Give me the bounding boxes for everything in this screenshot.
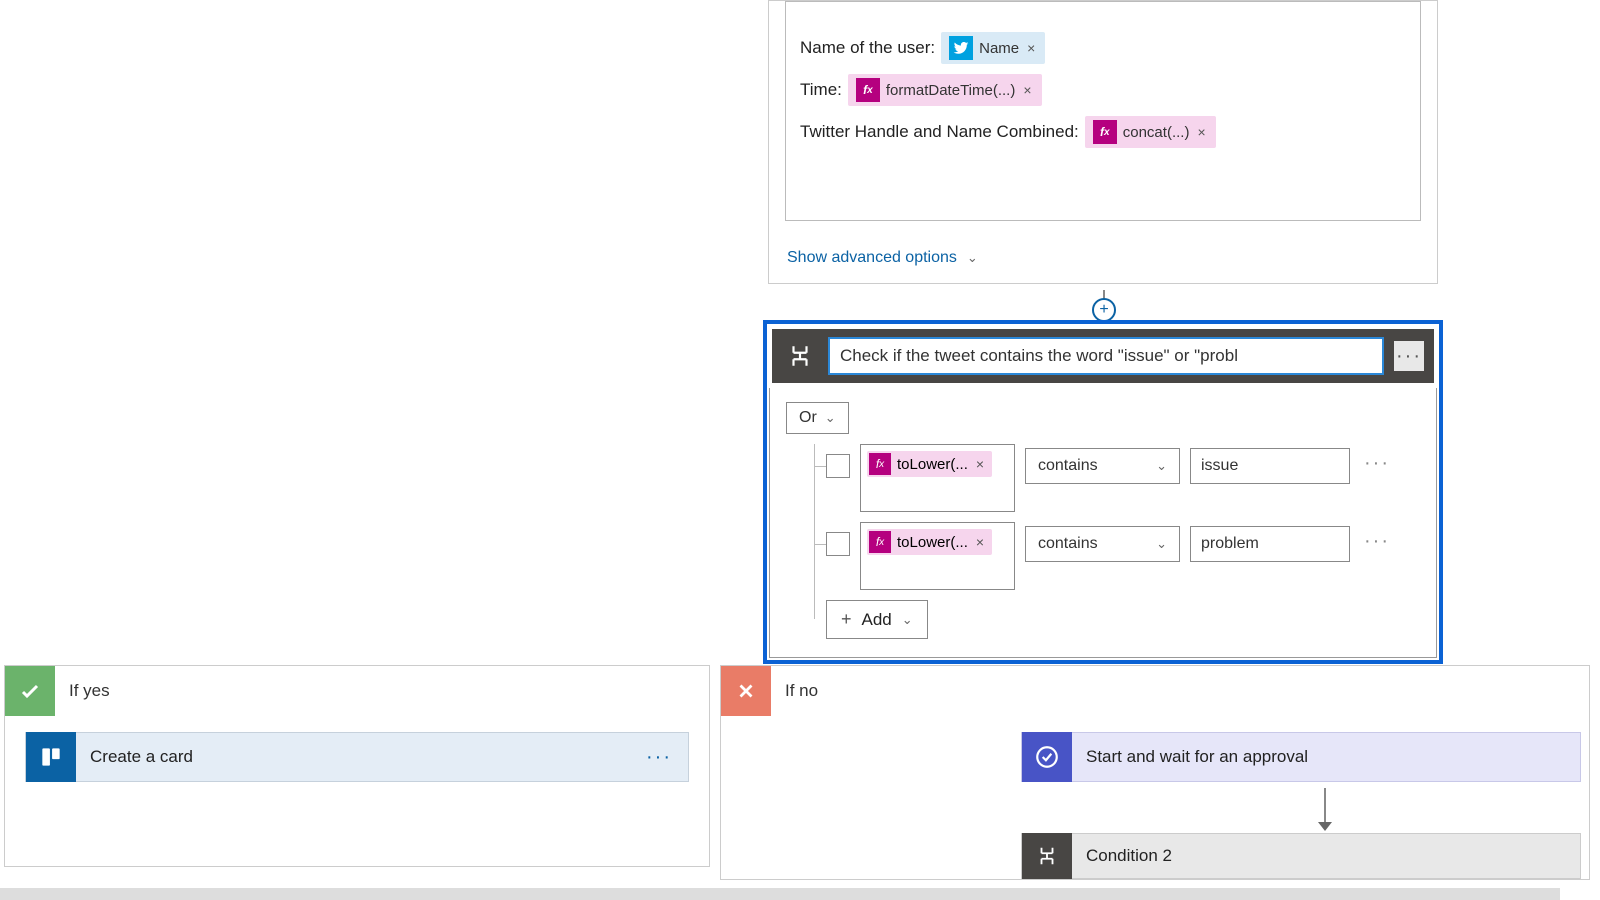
branch-label: If no (771, 681, 818, 701)
tree-line (814, 466, 826, 467)
token-remove-icon[interactable]: × (974, 456, 986, 472)
condition-body: Or ⌄ fx toLower(... × contains ⌄ (769, 388, 1437, 658)
row-more-button[interactable]: ··· (1360, 530, 1394, 553)
operator-label: contains (1038, 535, 1098, 553)
plus-icon: + (841, 609, 852, 630)
twitter-icon (949, 36, 973, 60)
action-label: Create a card (76, 747, 630, 767)
fx-icon: fx (869, 531, 891, 553)
row-operator-dropdown[interactable]: contains ⌄ (1025, 526, 1180, 562)
arrow-down-icon (1318, 822, 1332, 831)
row-left-operand[interactable]: fx toLower(... × (860, 522, 1015, 590)
row-left-operand[interactable]: fx toLower(... × (860, 444, 1015, 512)
add-row-label: Add (862, 610, 892, 630)
expression-token-concat[interactable]: fx concat(...) × (1085, 116, 1216, 148)
condition-tree: fx toLower(... × contains ⌄ ··· fx (786, 444, 1420, 639)
action-label: Condition 2 (1072, 846, 1580, 866)
condition-row: fx toLower(... × contains ⌄ ··· (786, 522, 1420, 590)
token-remove-icon[interactable]: × (1025, 40, 1037, 56)
condition-more-button[interactable]: ··· (1394, 341, 1424, 371)
row-checkbox[interactable] (826, 454, 850, 478)
token-text: concat(...) (1123, 124, 1190, 141)
field-name-of-user: Name of the user: Name × (800, 32, 1406, 64)
close-icon (721, 666, 771, 716)
row-operator-dropdown[interactable]: contains ⌄ (1025, 448, 1180, 484)
token-text: Name (979, 40, 1019, 57)
token-text: formatDateTime(...) (886, 82, 1015, 99)
chevron-down-icon: ⌄ (1156, 536, 1167, 552)
action-more-button[interactable]: ··· (630, 746, 688, 769)
chevron-down-icon: ⌄ (902, 612, 913, 628)
chevron-down-icon: ⌄ (967, 250, 978, 266)
action-label: Start and wait for an approval (1072, 747, 1580, 767)
branch-body: Create a card ··· (5, 716, 709, 866)
fx-icon: fx (1093, 120, 1117, 144)
branch-body: Start and wait for an approval Condition… (721, 716, 1589, 879)
action-card-create-card[interactable]: Create a card ··· (25, 732, 689, 782)
approval-icon (1022, 732, 1072, 782)
token-remove-icon[interactable]: × (974, 534, 986, 550)
row-value-input[interactable] (1190, 448, 1350, 484)
branch-header-no[interactable]: If no (721, 666, 1589, 716)
if-no-branch: If no Start and wait for an approval Con… (720, 665, 1590, 880)
expression-token-tolower[interactable]: fx toLower(... × (867, 451, 992, 477)
condition-title-input[interactable] (828, 337, 1384, 375)
group-operator-dropdown[interactable]: Or ⌄ (786, 402, 849, 434)
row-value-input[interactable] (1190, 526, 1350, 562)
condition-icon (1022, 833, 1072, 879)
fx-icon: fx (869, 453, 891, 475)
condition-row: fx toLower(... × contains ⌄ ··· (786, 444, 1420, 512)
field-label: Name of the user: (800, 38, 935, 58)
field-label: Twitter Handle and Name Combined: (800, 122, 1079, 142)
fx-icon: fx (856, 78, 880, 102)
branch-label: If yes (55, 681, 110, 701)
branch-header-yes[interactable]: If yes (5, 666, 709, 716)
field-time: Time: fx formatDateTime(...) × (800, 74, 1406, 106)
field-twitter-handle-combined: Twitter Handle and Name Combined: fx con… (800, 116, 1406, 148)
add-step-button[interactable]: + (1092, 298, 1116, 322)
show-advanced-label: Show advanced options (787, 249, 957, 267)
trello-icon (26, 732, 76, 782)
horizontal-scrollbar[interactable] (0, 888, 1560, 900)
field-label: Time: (800, 80, 842, 100)
token-text: toLower(... (897, 534, 968, 551)
token-remove-icon[interactable]: × (1195, 124, 1207, 140)
token-remove-icon[interactable]: × (1021, 82, 1033, 98)
tree-line (814, 544, 826, 545)
row-more-button[interactable]: ··· (1360, 452, 1394, 475)
dynamic-token-name[interactable]: Name × (941, 32, 1045, 64)
row-checkbox[interactable] (826, 532, 850, 556)
show-advanced-options-link[interactable]: Show advanced options ⌄ (769, 237, 996, 283)
check-icon (5, 666, 55, 716)
condition-header: ··· (772, 329, 1434, 383)
token-text: toLower(... (897, 456, 968, 473)
group-operator-label: Or (799, 409, 817, 427)
compose-action-card: Name of the user: Name × Time: fx format… (768, 0, 1438, 284)
chevron-down-icon: ⌄ (1156, 458, 1167, 474)
add-row-button[interactable]: + Add ⌄ (826, 600, 928, 639)
expression-token-tolower[interactable]: fx toLower(... × (867, 529, 992, 555)
condition-card: ··· Or ⌄ fx toLower(... × contains (763, 320, 1443, 664)
expression-token-formatdatetime[interactable]: fx formatDateTime(...) × (848, 74, 1042, 106)
compose-body[interactable]: Name of the user: Name × Time: fx format… (785, 1, 1421, 221)
chevron-down-icon: ⌄ (825, 410, 836, 426)
condition-icon (782, 338, 818, 374)
action-card-condition2[interactable]: Condition 2 (1021, 833, 1581, 879)
connector-line (1324, 788, 1326, 822)
operator-label: contains (1038, 457, 1098, 475)
action-card-approval[interactable]: Start and wait for an approval (1021, 732, 1581, 782)
if-yes-branch: If yes Create a card ··· (4, 665, 710, 867)
